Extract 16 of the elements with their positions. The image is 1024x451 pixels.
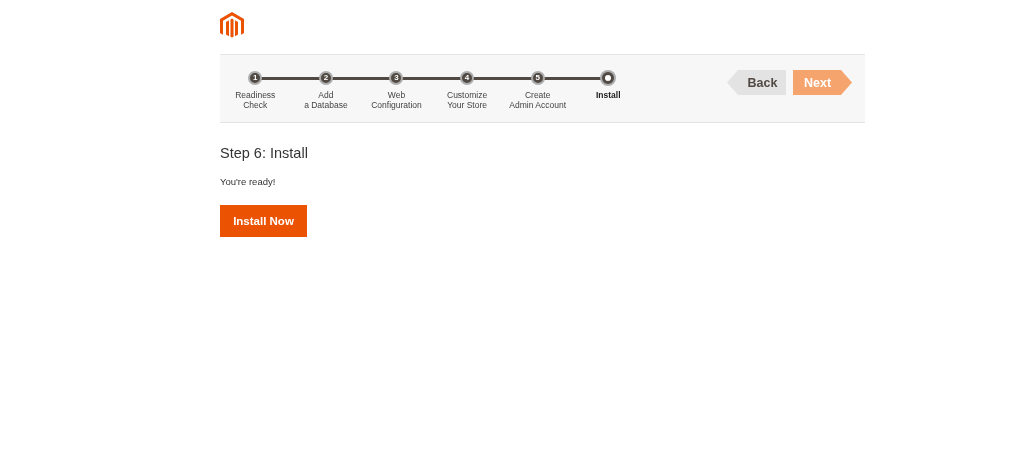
step-label: Readiness Check [235,90,276,110]
logo-icon [220,12,244,39]
step-label: Add a Database [304,90,348,110]
back-button[interactable]: Back [727,70,786,95]
step-marker: 1 [248,71,263,85]
step-marker: 4 [460,71,475,85]
step-marker: 5 [530,71,545,85]
step-marker: 3 [389,71,404,85]
step-label: Create Admin Account [509,90,566,110]
step-heading: Step 6: Install [220,145,309,161]
install-now-button[interactable]: Install Now [220,205,307,237]
ready-message: You're ready! [220,176,277,187]
step-label: Install [596,90,621,100]
step-label: Web Configuration [371,90,422,110]
step-marker: 2 [318,71,333,85]
step-label: Customize Your Store [447,90,488,110]
